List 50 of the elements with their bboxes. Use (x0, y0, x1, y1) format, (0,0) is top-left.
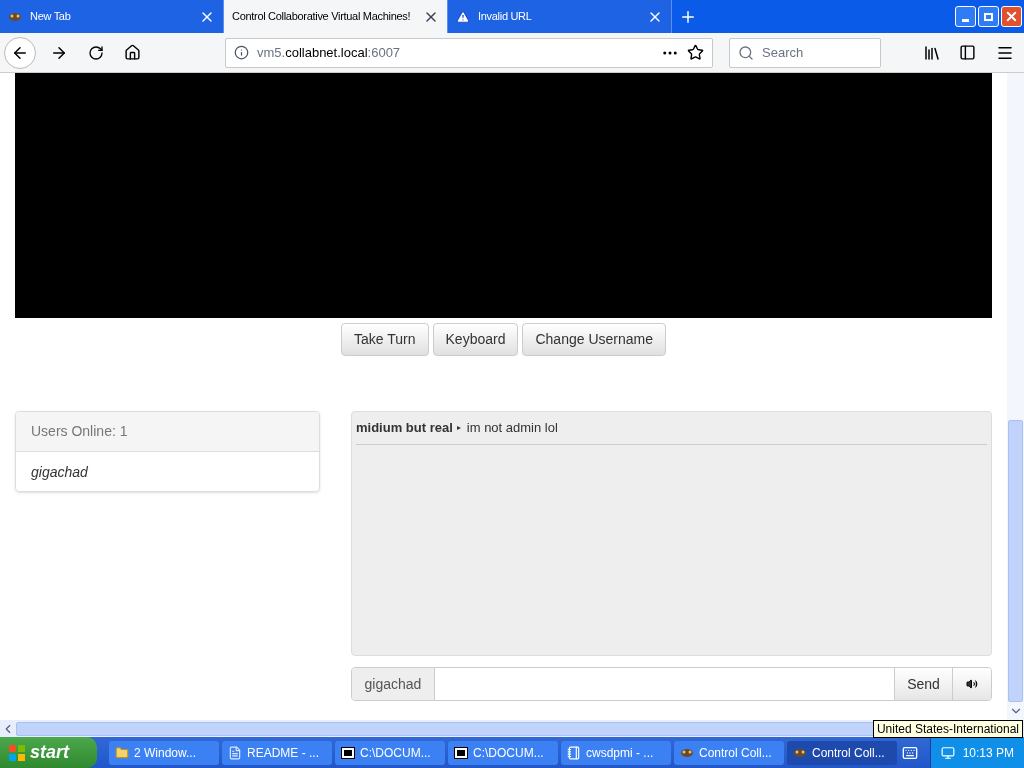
clock: 10:13 PM (962, 744, 1014, 762)
address-bar[interactable]: vm5.collabnet.local:6007 (225, 37, 713, 68)
vm-button[interactable]: Keyboard (432, 323, 519, 356)
vm-button[interactable]: Take Turn (341, 323, 429, 356)
reload-icon[interactable] (88, 44, 104, 61)
users-heading: Users Online: 1 (31, 422, 128, 441)
taskbar-item[interactable]: Control Coll... (674, 740, 784, 765)
back-button[interactable] (4, 36, 36, 69)
library-icon[interactable] (923, 43, 941, 62)
warning-icon (456, 9, 470, 24)
chat-username: midium but real (356, 419, 453, 438)
chat-message: im not admin lol (466, 419, 558, 438)
taskbar-item[interactable]: cwsdpmi - ... (561, 740, 671, 765)
vm-button[interactable]: Change Username (522, 323, 666, 356)
search-input[interactable]: Search (762, 42, 862, 63)
taskbar-item[interactable]: C:\DOCUM... (448, 740, 558, 765)
close-icon (1004, 9, 1019, 24)
search-field[interactable]: Search (729, 37, 881, 68)
close-button[interactable] (1001, 6, 1022, 27)
url-text: vm5.collabnet.local:6007 (257, 43, 402, 62)
start-button[interactable]: start (0, 737, 97, 768)
notepad-icon (567, 745, 581, 760)
taskbar-item[interactable]: Control Coll... (787, 740, 897, 765)
tab-title: Control Collaborative Virtual Machines! (232, 9, 412, 25)
star-icon[interactable] (687, 44, 704, 61)
browser-tab[interactable]: Control Collaborative Virtual Machines! (224, 0, 448, 33)
sidebar-icon[interactable] (959, 44, 976, 61)
taskbar-item[interactable]: README - ... (222, 740, 332, 765)
taskbar-item[interactable]: C:\DOCUM... (335, 740, 445, 765)
restore-button[interactable] (978, 6, 999, 27)
app-icon (8, 10, 22, 23)
app-icon (680, 746, 694, 759)
keyboard-icon[interactable] (901, 744, 918, 761)
tab-title: New Tab (30, 9, 72, 25)
info-icon[interactable] (234, 45, 249, 60)
search-icon (738, 44, 754, 61)
user-name: gigachad (31, 462, 88, 482)
folder-icon (115, 745, 129, 760)
home-icon[interactable] (124, 44, 141, 61)
taskbar-item[interactable]: 2 Window... (109, 740, 219, 765)
vertical-scrollbar[interactable] (1007, 73, 1024, 720)
arrow-icon: ▸ (456, 422, 461, 434)
app-icon (793, 746, 807, 759)
document-icon (228, 745, 242, 760)
browser-tab[interactable]: New Tab (0, 0, 224, 33)
browser-tab[interactable]: Invalid URL (448, 0, 672, 33)
tab-title: Invalid URL (478, 9, 533, 25)
minimize-button[interactable] (955, 6, 976, 27)
windows-logo-icon (8, 743, 26, 762)
tooltip: United States-International (872, 720, 1023, 738)
